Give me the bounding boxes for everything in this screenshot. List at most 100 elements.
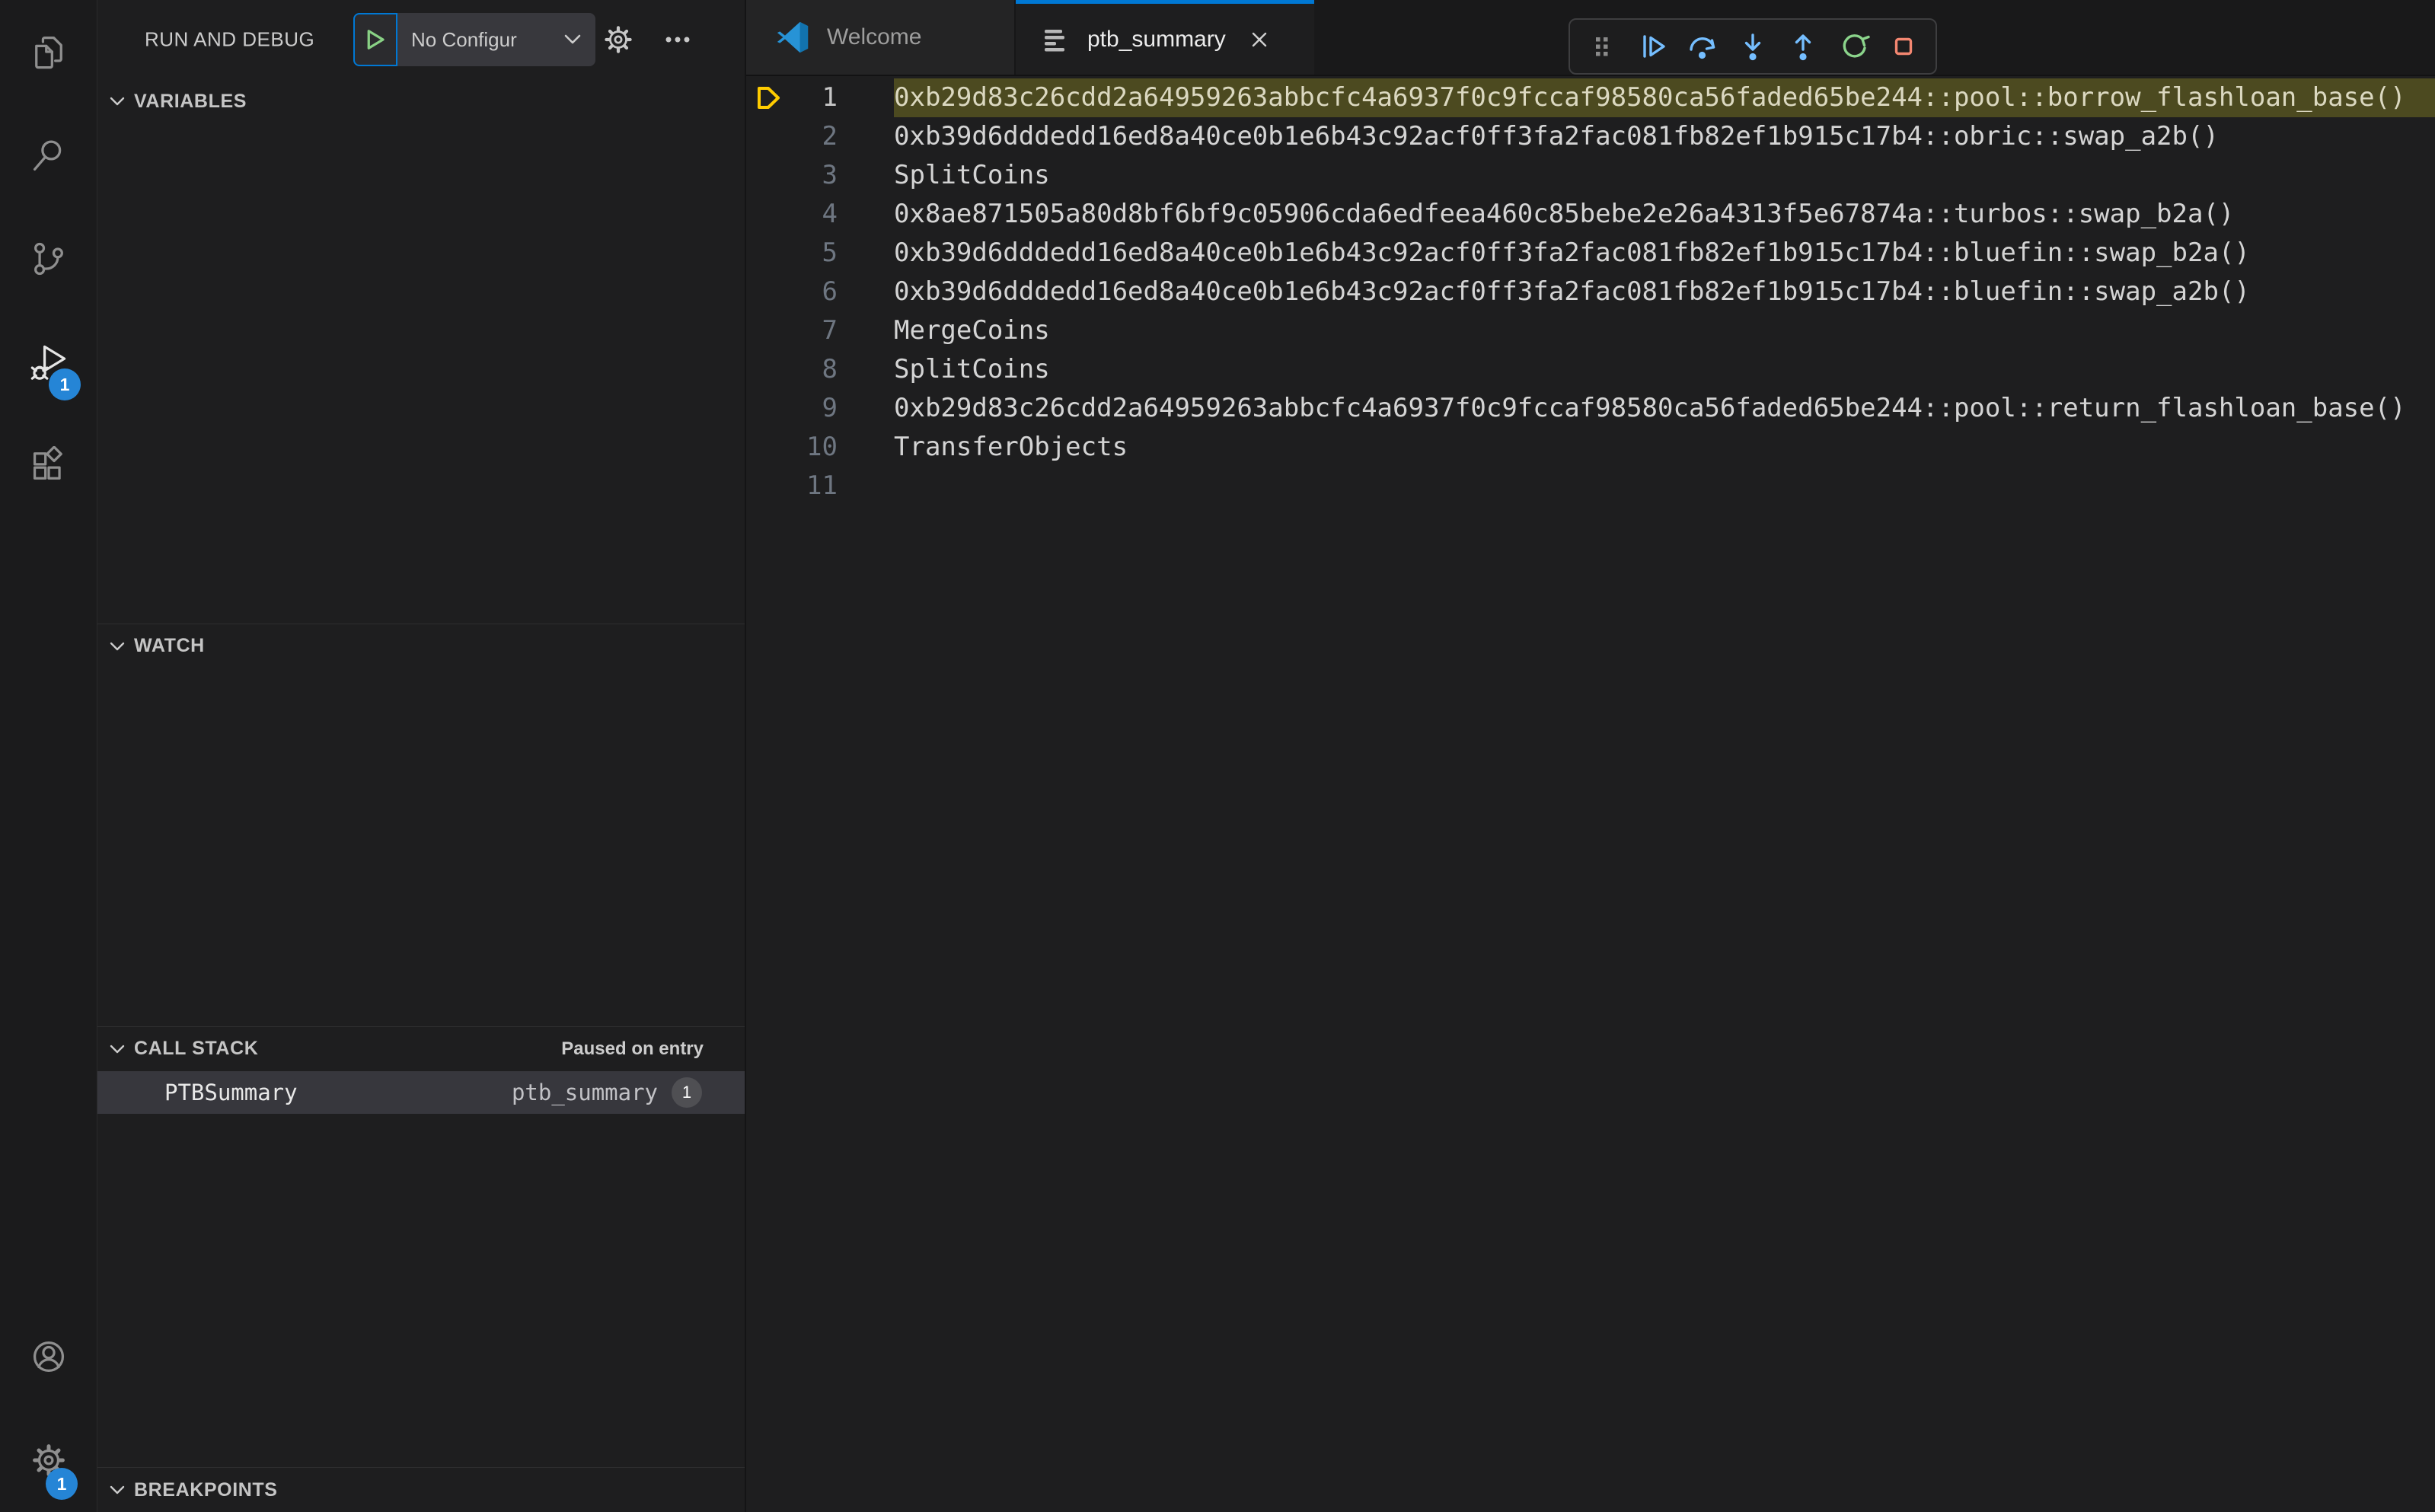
settings-badge: 1 [46,1468,78,1500]
line-number: 6 [822,276,838,307]
debug-config-dropdown[interactable]: No Configur [397,13,595,66]
gripper-icon [1596,37,1608,56]
code-text[interactable] [894,467,2435,506]
glyph-margin[interactable] [746,273,792,311]
debug-toolbar-drag-handle[interactable] [1578,23,1626,70]
debug-current-line-arrow-icon [758,87,780,109]
activity-item-accounts[interactable] [0,1305,97,1408]
activity-item-search[interactable] [0,104,97,207]
call-stack-section-header[interactable]: CALL STACK Paused on entry [97,1027,745,1071]
step-out-button[interactable] [1779,23,1827,70]
pause-reason-status: Paused on entry [561,1038,704,1059]
glyph-margin[interactable] [746,195,792,234]
code-text[interactable]: 0xb39d6dddedd16ed8a40ce0b1e6b43c92acf0ff… [894,273,2435,311]
launch-control: No Configur [353,13,595,66]
step-into-icon [1744,33,1761,61]
search-icon [33,140,61,171]
glyph-margin[interactable] [746,428,792,467]
step-over-button[interactable] [1678,23,1727,70]
run-and-debug-sidebar: RUN AND DEBUG No Configur VARIABLES WATC… [97,0,746,1512]
open-launch-config-button[interactable] [600,21,637,58]
watch-section: WATCH [97,623,745,1026]
debug-continue-button[interactable] [1628,23,1677,70]
glyph-margin[interactable] [746,311,792,350]
continue-icon [1643,35,1665,58]
glyph-margin[interactable] [746,350,792,389]
call-stack-frame[interactable]: PTBSummary ptb_summary 1 [97,1070,745,1114]
line-number: 4 [822,199,838,229]
activity-item-settings[interactable]: 1 [0,1408,97,1512]
files-icon [34,36,62,69]
stop-button[interactable] [1879,23,1928,70]
activity-item-run-and-debug[interactable]: 1 [0,311,97,414]
debug-session-badge: 1 [49,368,81,400]
editor-line[interactable]: 10 TransferObjects [746,428,2435,467]
activity-bar-top: 1 [0,0,97,518]
step-out-icon [1795,34,1811,61]
chevron-down-icon [110,642,125,651]
activity-bar: 1 1 [0,0,97,1512]
breakpoints-section: BREAKPOINTS [97,1467,745,1512]
frame-name: PTBSummary [164,1079,298,1105]
code-text[interactable]: SplitCoins [894,350,2435,389]
code-text[interactable]: 0xb39d6dddedd16ed8a40ce0b1e6b43c92acf0ff… [894,234,2435,273]
views-more-actions-button[interactable] [659,21,696,58]
chevron-down-icon [110,1045,125,1054]
step-into-button[interactable] [1728,23,1777,70]
editor-line[interactable]: 9 0xb29d83c26cdd2a64959263abbcfc4a6937f0… [746,389,2435,428]
sidebar-title: RUN AND DEBUG [145,27,315,51]
editor-group: Welcome ptb_summary 1 0xb29d83c26cdd2a64… [746,0,2435,1512]
variables-section-label: VARIABLES [134,90,247,112]
vscode-window: 1 1 RUN AND DEBUG No Configur VARIABLES … [0,0,2435,1512]
editor-line[interactable]: 1 0xb29d83c26cdd2a64959263abbcfc4a6937f0… [746,78,2435,117]
code-text[interactable]: MergeCoins [894,311,2435,350]
editor-line[interactable]: 3 SplitCoins [746,156,2435,195]
close-tab-button[interactable] [1244,24,1275,55]
tab-ptb-summary[interactable]: ptb_summary [1016,0,1314,75]
glyph-margin[interactable] [746,389,792,428]
editor-line[interactable]: 6 0xb39d6dddedd16ed8a40ce0b1e6b43c92acf0… [746,273,2435,311]
vscode-logo-icon [777,21,809,53]
gear-icon [605,26,632,53]
line-number: 1 [822,82,838,113]
breakpoints-section-label: BREAKPOINTS [134,1479,278,1501]
debug-config-label: No Configur [411,27,517,51]
activity-item-source-control[interactable] [0,207,97,311]
code-text[interactable]: SplitCoins [894,156,2435,195]
activity-item-explorer[interactable] [0,0,97,104]
glyph-margin[interactable] [746,467,792,506]
close-icon [1252,32,1266,46]
code-text[interactable]: 0x8ae871505a80d8bf6bf9c05906cda6edfeea46… [894,195,2435,234]
ellipsis-icon [665,37,690,43]
line-number: 10 [806,432,838,462]
editor-line[interactable]: 5 0xb39d6dddedd16ed8a40ce0b1e6b43c92acf0… [746,234,2435,273]
glyph-margin[interactable] [746,156,792,195]
glyph-margin[interactable] [746,234,792,273]
code-text[interactable]: 0xb29d83c26cdd2a64959263abbcfc4a6937f0c9… [894,78,2435,117]
code-text[interactable]: 0xb29d83c26cdd2a64959263abbcfc4a6937f0c9… [894,389,2435,428]
tab-welcome[interactable]: Welcome [746,0,1016,75]
editor-line[interactable]: 7 MergeCoins [746,311,2435,350]
glyph-margin[interactable] [746,117,792,156]
editor-line[interactable]: 4 0x8ae871505a80d8bf6bf9c05906cda6edfeea… [746,195,2435,234]
account-icon [33,1341,64,1373]
breakpoints-section-header[interactable]: BREAKPOINTS [97,1468,745,1512]
line-number: 9 [822,393,838,423]
play-icon [367,30,385,49]
chevron-down-icon [564,34,581,44]
code-text[interactable]: TransferObjects [894,428,2435,467]
code-editor[interactable]: 1 0xb29d83c26cdd2a64959263abbcfc4a6937f0… [746,76,2435,1512]
start-debugging-button[interactable] [353,13,397,66]
editor-line[interactable]: 11 [746,467,2435,506]
glyph-margin[interactable] [746,78,792,117]
code-text[interactable]: 0xb39d6dddedd16ed8a40ce0b1e6b43c92acf0ff… [894,117,2435,156]
watch-section-header[interactable]: WATCH [97,624,745,668]
restart-button[interactable] [1829,23,1878,70]
variables-section-header[interactable]: VARIABLES [97,79,745,123]
stop-icon [1894,37,1913,56]
editor-line[interactable]: 8 SplitCoins [746,350,2435,389]
frame-file: ptb_summary [511,1079,658,1105]
editor-line[interactable]: 2 0xb39d6dddedd16ed8a40ce0b1e6b43c92acf0… [746,117,2435,156]
activity-item-extensions[interactable] [0,414,97,518]
chevron-down-icon [110,1485,125,1494]
